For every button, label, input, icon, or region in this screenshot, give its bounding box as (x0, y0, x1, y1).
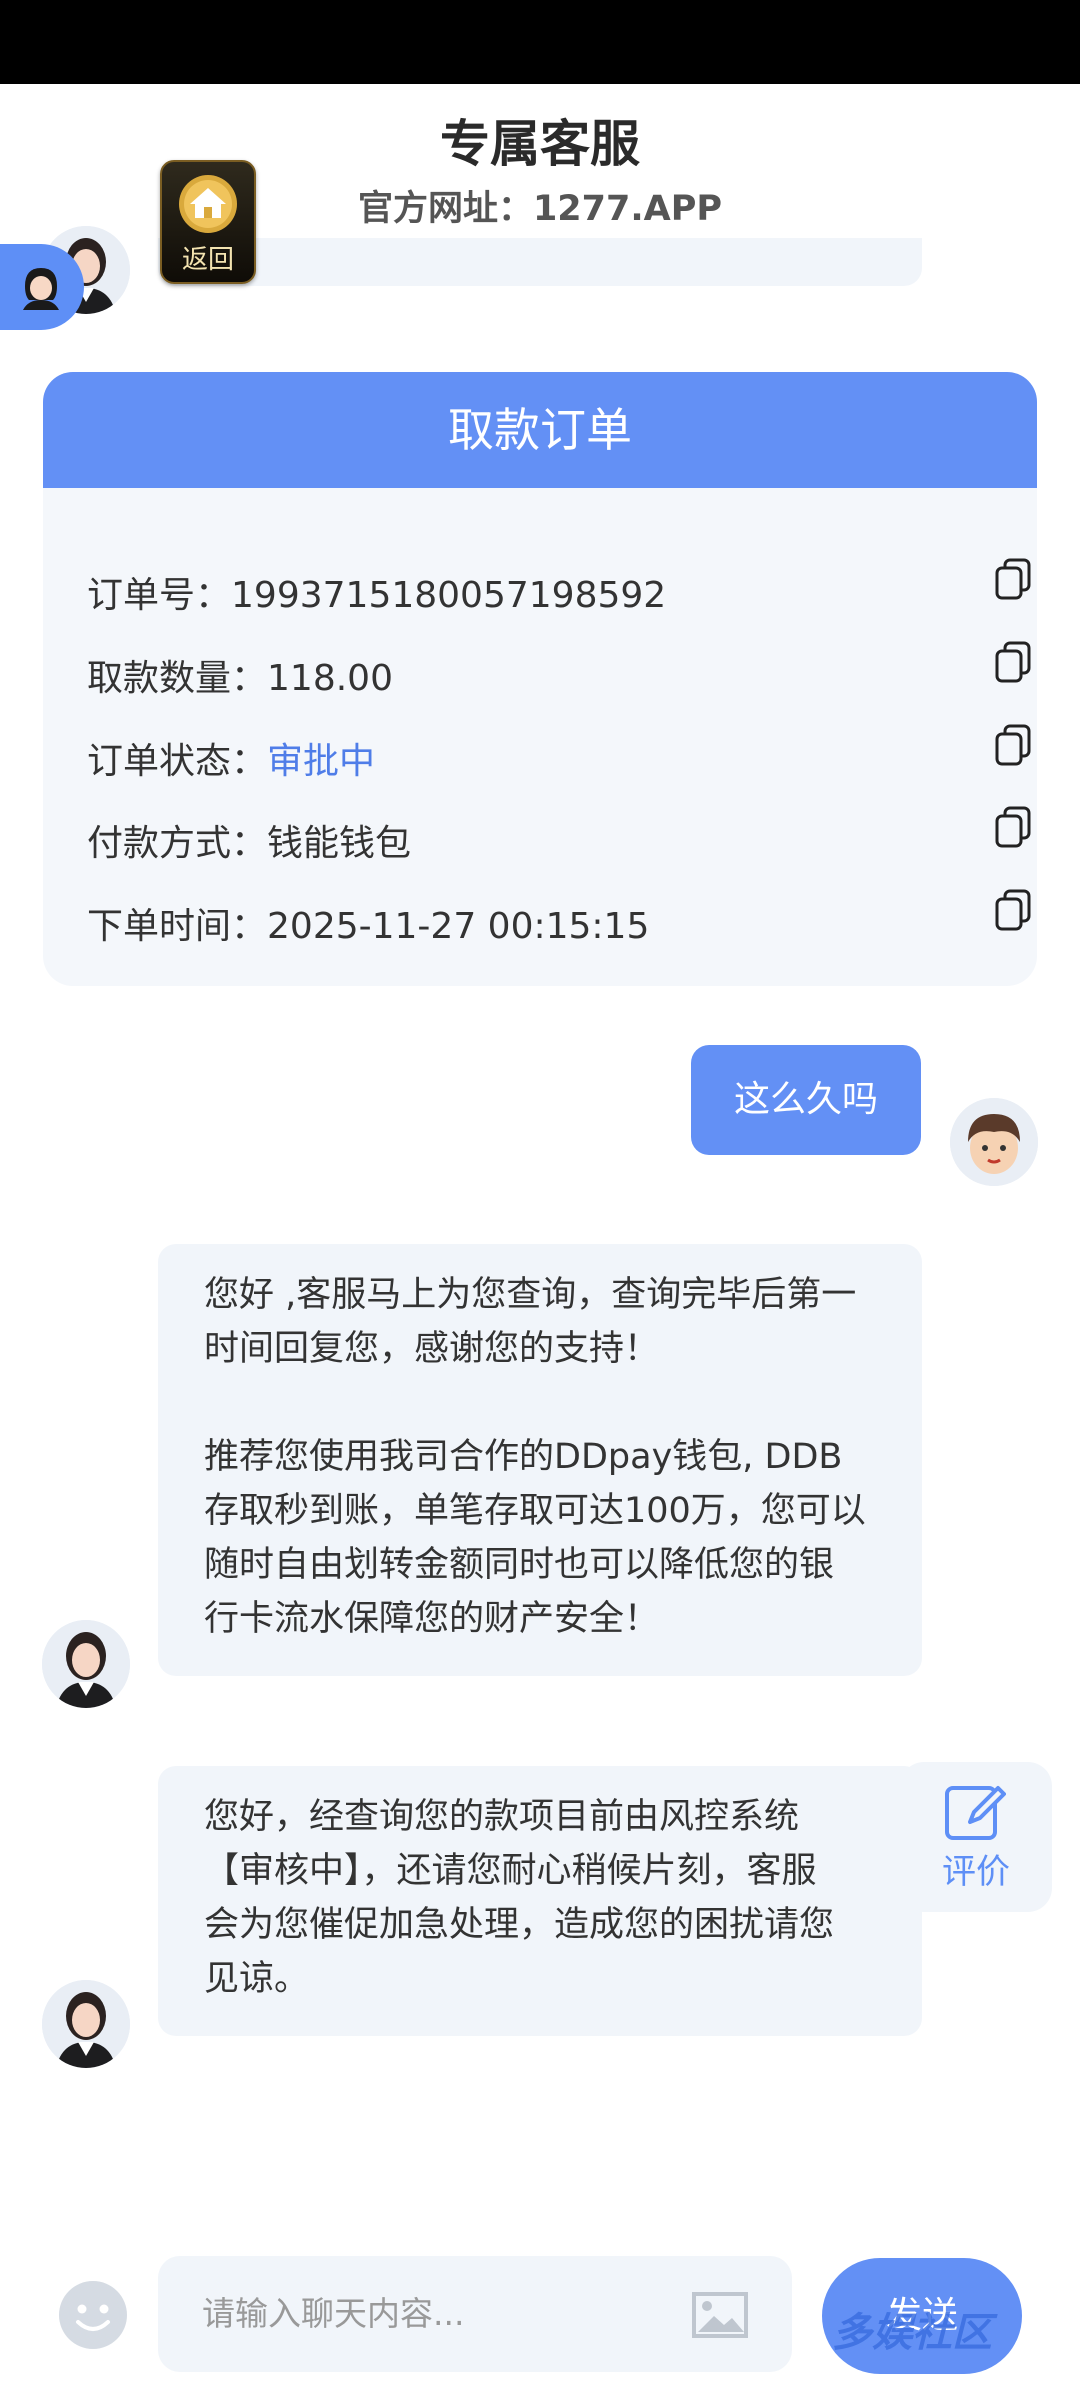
time-value: 2025-11-27 00:15:15 (267, 906, 650, 947)
customer-service-icon (15, 261, 67, 313)
copy-icon[interactable] (993, 724, 1033, 768)
agent-float-button[interactable] (0, 244, 84, 330)
status-bar (0, 0, 1080, 84)
order-row-payment: 付款方式：钱能钱包 (87, 804, 1031, 864)
chat-screen: 专属客服 官方网址：1277.APP 返回 取款订单 订单号：199371518… (0, 0, 1080, 2400)
previous-message-bubble (158, 238, 922, 286)
emoji-icon[interactable] (58, 2280, 128, 2350)
withdrawal-order-card: 取款订单 订单号：1993715180057198592 取款数量：118.00… (43, 372, 1037, 986)
order-card-title: 取款订单 (43, 372, 1037, 488)
order-id-label: 订单号： (87, 575, 232, 616)
rate-button[interactable]: 评价 (900, 1762, 1052, 1912)
order-row-status: 订单状态：审批中 (87, 722, 1031, 782)
order-id-value: 1993715180057198592 (231, 575, 667, 616)
agent-message-bubble: 您好，经查询您的款项目前由风控系统 【审核中】，还请您耐心稍候片刻，客服 会为您… (158, 1766, 922, 2036)
user-message-bubble: 这么久吗 (691, 1045, 921, 1155)
image-icon[interactable] (692, 2292, 748, 2338)
copy-icon[interactable] (993, 806, 1033, 850)
agent-avatar (42, 1980, 130, 2068)
chat-input[interactable] (202, 2280, 672, 2346)
back-button[interactable]: 返回 (160, 160, 256, 284)
copy-icon[interactable] (993, 641, 1033, 685)
order-row-id: 订单号：1993715180057198592 (87, 556, 1031, 616)
copy-icon[interactable] (993, 889, 1033, 933)
chat-input-container (158, 2256, 792, 2372)
status-value: 审批中 (267, 741, 376, 782)
payment-label: 付款方式： (87, 823, 268, 864)
amount-value: 118.00 (267, 658, 393, 699)
agent-avatar (42, 1620, 130, 1708)
status-label: 订单状态： (87, 741, 268, 782)
time-label: 下单时间： (87, 906, 268, 947)
order-row-time: 下单时间：2025-11-27 00:15:15 (87, 887, 1031, 947)
order-row-amount: 取款数量：118.00 (87, 639, 1031, 699)
amount-label: 取款数量： (87, 658, 268, 699)
rate-label: 评价 (942, 1852, 1010, 1892)
home-icon (179, 175, 237, 233)
watermark-logo: 多娱社区 (832, 2310, 992, 2356)
agent-message-bubble: 您好 ,客服马上为您查询，查询完毕后第一 时间回复您，感谢您的支持！ 推荐您使用… (158, 1244, 922, 1676)
copy-icon[interactable] (993, 558, 1033, 602)
payment-value: 钱能钱包 (267, 823, 412, 864)
back-label: 返回 (181, 245, 234, 275)
edit-icon (945, 1786, 1006, 1840)
user-avatar (950, 1098, 1038, 1186)
